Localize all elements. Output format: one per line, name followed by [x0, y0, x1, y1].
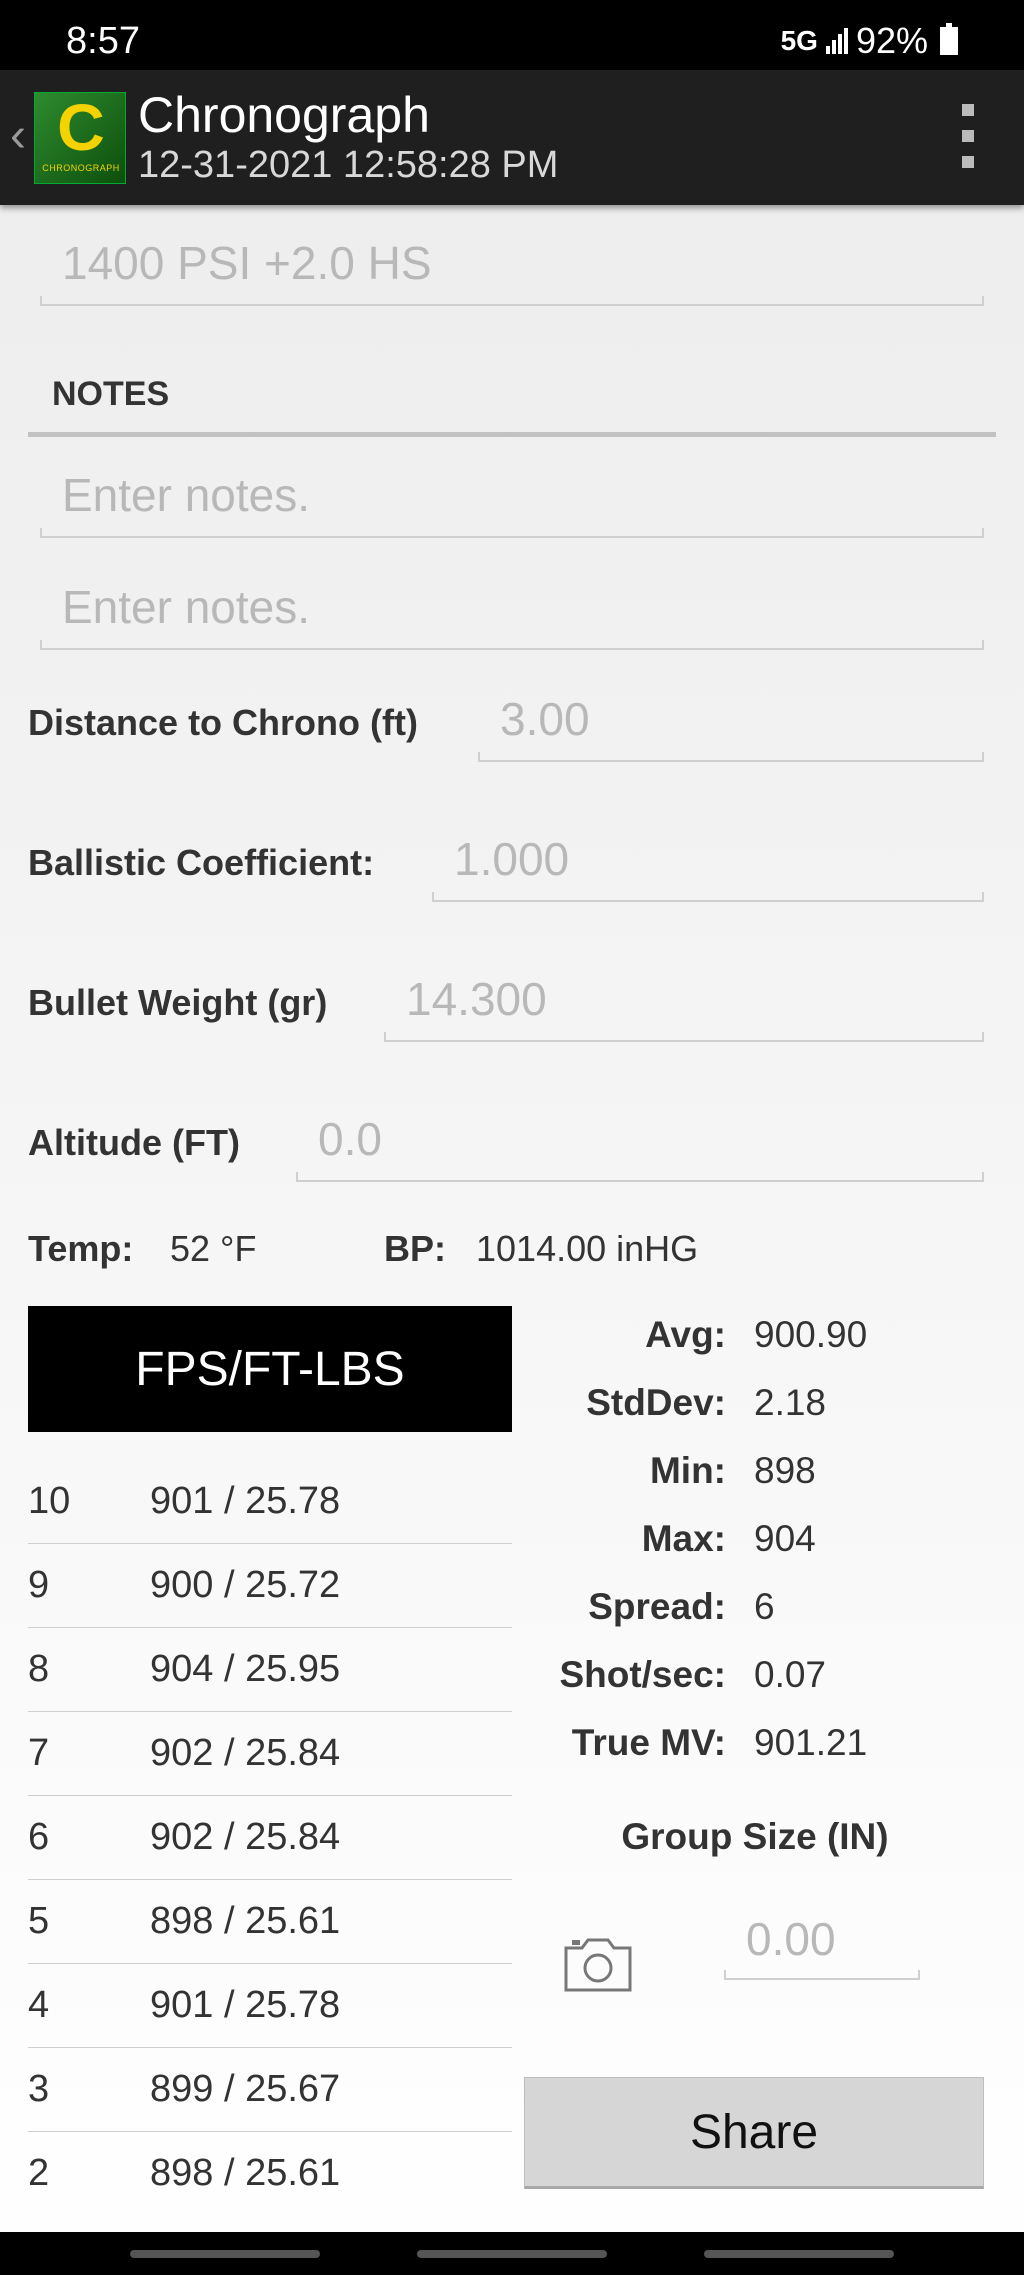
bp-value: 1014.00 inHG — [476, 1228, 699, 1269]
status-bar: 8:57 5G 92% — [0, 0, 1024, 70]
shot-number: 2 — [28, 2152, 50, 2194]
shot-row[interactable]: 5 898 / 25.61 — [28, 1880, 512, 1964]
shot-row[interactable]: 10 901 / 25.78 — [28, 1460, 512, 1544]
notes-field-1-underline — [40, 524, 984, 538]
nav-home-handle[interactable] — [417, 2250, 607, 2258]
setup-field[interactable]: 1400 PSI +2.0 HS — [62, 236, 432, 290]
shot-number: 8 — [28, 1648, 50, 1690]
weight-input[interactable]: 14.300 — [406, 972, 547, 1026]
stat-value-avg: 900.90 — [754, 1314, 868, 1355]
shot-value: 898 / 25.61 — [150, 1900, 341, 1942]
shot-value: 902 / 25.84 — [150, 1732, 341, 1774]
shot-row[interactable]: 3 899 / 25.67 — [28, 2048, 512, 2132]
shot-number: 7 — [28, 1732, 50, 1774]
shot-value: 898 / 25.61 — [150, 2152, 341, 2194]
stat-label-max: Max: — [641, 1518, 726, 1559]
distance-underline — [478, 748, 984, 762]
altitude-label: Altitude (FT) — [28, 1122, 240, 1163]
shot-value: 899 / 25.67 — [150, 2068, 341, 2110]
stat-value-shot-rate: 0.07 — [754, 1654, 827, 1695]
battery-icon — [940, 23, 958, 55]
stat-label-spread: Spread: — [588, 1586, 726, 1627]
shot-row[interactable]: 6 902 / 25.84 — [28, 1796, 512, 1880]
stat-label-avg: Avg: — [645, 1314, 726, 1355]
temp-value: 52 °F — [170, 1228, 257, 1269]
group-size-input[interactable]: 0.00 — [746, 1912, 836, 1966]
stat-value-min: 898 — [754, 1450, 816, 1491]
back-caret-icon[interactable]: ‹ — [10, 108, 26, 163]
shot-number: 9 — [28, 1564, 50, 1606]
shot-row[interactable]: 9 900 / 25.72 — [28, 1544, 512, 1628]
bc-input[interactable]: 1.000 — [454, 832, 569, 886]
shot-row[interactable]: 2 898 / 25.61 — [28, 2132, 512, 2216]
nav-recents-handle[interactable] — [130, 2250, 320, 2258]
camera-icon[interactable] — [562, 1934, 634, 1994]
battery-percent: 92% — [855, 20, 928, 61]
bp-label: BP: — [384, 1228, 446, 1269]
stat-label-min: Min: — [649, 1450, 726, 1491]
shot-number: 5 — [28, 1900, 50, 1942]
setup-field-underline — [40, 292, 984, 306]
page-title: Chronograph — [138, 87, 430, 143]
stat-label-true-mv: True MV: — [571, 1722, 726, 1763]
shot-value: 901 / 25.78 — [150, 1480, 341, 1522]
altitude-input[interactable]: 0.0 — [318, 1112, 382, 1166]
stat-value-true-mv: 901.21 — [754, 1722, 868, 1763]
bc-label: Ballistic Coefficient: — [28, 842, 375, 883]
stat-label-shot-rate: Shot/sec: — [559, 1654, 726, 1695]
app-bar: ‹ C CHRONOGRAPH Chronograph 12-31-2021 1… — [0, 70, 1024, 205]
shot-value: 902 / 25.84 — [150, 1816, 341, 1858]
temp-label: Temp: — [28, 1228, 134, 1269]
shot-value: 900 / 25.72 — [150, 1564, 341, 1606]
distance-label: Distance to Chrono (ft) — [28, 702, 418, 743]
shot-value: 904 / 25.95 — [150, 1648, 341, 1690]
overflow-menu-icon[interactable] — [958, 104, 978, 168]
units-toggle-button[interactable]: FPS/FT-LBS — [28, 1306, 512, 1432]
app-logo[interactable]: C CHRONOGRAPH — [34, 92, 126, 184]
shot-row[interactable]: 7 902 / 25.84 — [28, 1712, 512, 1796]
altitude-underline — [296, 1168, 984, 1182]
page-subtitle: 12-31-2021 12:58:28 PM — [138, 144, 559, 186]
notes-header: NOTES — [52, 375, 170, 413]
shot-number: 6 — [28, 1816, 50, 1858]
network-type: 5G — [780, 25, 818, 56]
stat-value-stddev: 2.18 — [754, 1382, 827, 1423]
stat-value-spread: 6 — [754, 1586, 775, 1627]
notes-field-2[interactable]: Enter notes. — [62, 580, 310, 634]
shot-row[interactable]: 4 901 / 25.78 — [28, 1964, 512, 2048]
status-time: 8:57 — [66, 20, 140, 62]
system-nav-bar — [0, 2232, 1024, 2275]
shot-number: 10 — [28, 1480, 71, 1522]
group-size-underline — [724, 1966, 920, 1980]
shot-number: 4 — [28, 1984, 50, 2026]
share-button[interactable]: Share — [524, 2077, 984, 2189]
shot-value: 901 / 25.78 — [150, 1984, 341, 2026]
notes-divider — [28, 432, 996, 437]
notes-field-2-underline — [40, 636, 984, 650]
shot-number: 3 — [28, 2068, 50, 2110]
signal-icon — [825, 28, 848, 54]
notes-field-1[interactable]: Enter notes. — [62, 468, 310, 522]
group-size-title: Group Size (IN) — [621, 1816, 889, 1857]
bc-underline — [432, 888, 984, 902]
logo-text: CHRONOGRAPH — [42, 163, 120, 173]
shot-row[interactable]: 8 904 / 25.95 — [28, 1628, 512, 1712]
stat-label-stddev: StdDev: — [586, 1382, 726, 1423]
weight-underline — [384, 1028, 984, 1042]
status-indicators: 5G 92% — [781, 20, 958, 62]
stat-value-max: 904 — [754, 1518, 816, 1559]
distance-input[interactable]: 3.00 — [500, 692, 590, 746]
logo-letter: C — [57, 90, 105, 164]
weight-label: Bullet Weight (gr) — [28, 982, 328, 1023]
nav-back-handle[interactable] — [704, 2250, 894, 2258]
